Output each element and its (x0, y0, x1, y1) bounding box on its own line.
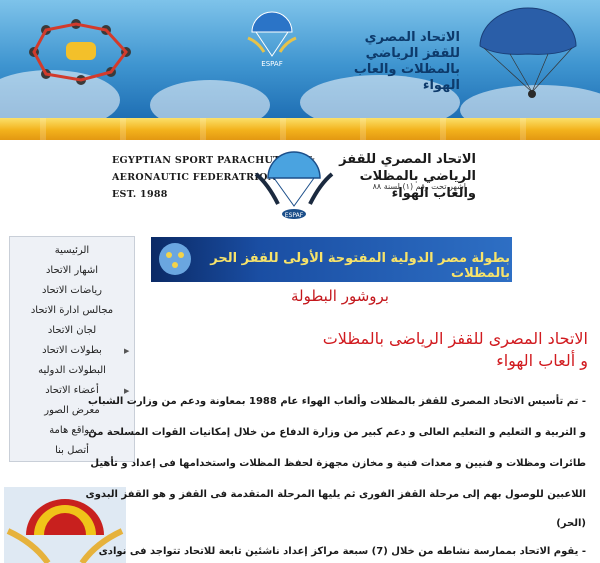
sidebar-item-label: البطولات الدوليه (38, 365, 106, 376)
espaf-logo: ESPAF (247, 11, 297, 68)
skydivers-formation-image (29, 19, 131, 85)
sidebar-item-label: بطولات الاتحاد (42, 345, 102, 356)
registration-note: اشهر تحت رقم (١) لسنة ٨٨ (372, 182, 466, 191)
sidebar-item-federation-sports[interactable]: رياضات الاتحاد (10, 281, 134, 301)
sidebar-item-label: رياضات الاتحاد (41, 285, 102, 296)
sidebar-item-label: لجان الاتحاد (47, 325, 97, 336)
article-title-line1: الاتحاد المصرى للقفز الرياضى بالمظلات (322, 329, 588, 348)
emblem-logo-text: ESPAF (285, 212, 304, 219)
sidebar-item-committees[interactable]: لجان الاتحاد (10, 321, 134, 341)
article-title: الاتحاد المصرى للقفز الرياضى بالمظلات و … (300, 328, 588, 372)
ar-name-line1: الاتحاد المصري للقفز الرياضي بالمظلات (339, 152, 476, 184)
sidebar-item-federation-registration[interactable]: اشهار الاتحاد (10, 261, 134, 281)
paragraph-line: اللاعبين للوصول بهم إلى مرحلة القفز الفو… (85, 489, 586, 500)
paragraph-line: - يقوم الاتحاد بممارسة نشاطه من خلال (7)… (98, 546, 586, 557)
championship-brochure-link[interactable]: بروشور البطولة (255, 287, 425, 305)
sidebar-item-label: الرئيسية (54, 245, 90, 256)
sidebar-item-international-championships[interactable]: البطولات الدوليه (10, 361, 134, 381)
sidebar-item-label: أعضاء الاتحاد (45, 385, 99, 396)
paragraph-line: طائرات ومظلات و فنيين و معدات فنية و مخا… (90, 458, 586, 469)
parachutist-image (479, 7, 577, 98)
sidebar-item-home[interactable]: الرئيسية (10, 241, 134, 261)
article-title-line2: و ألعاب الهواء (496, 351, 588, 370)
sidebar-item-board-councils[interactable]: مجالس ادارة الاتحاد (10, 301, 134, 321)
gold-separator-bar (0, 118, 600, 140)
paragraph-line: - تم تأسيس الاتحاد المصرى للقفز بالمظلات… (88, 396, 586, 407)
paragraph-line: و التربية و التعليم و التعليم العالى و د… (88, 427, 586, 438)
federation-emblem-logo: ESPAF (254, 151, 334, 219)
banner-title: الاتحاد المصري للقفز الرياضي بالمظلات وا… (353, 30, 460, 93)
header-banner: ESPAF الاتحاد المصري للقفز الرياضي بالمظ… (0, 0, 600, 118)
sidebar-item-championships[interactable]: بطولات الاتحاد ▶ (10, 341, 134, 361)
submenu-arrow-icon: ▶ (124, 347, 130, 355)
sidebar-item-label: أتصل بنا (55, 445, 89, 456)
paragraph-line: (الحر) (556, 518, 586, 529)
sidebar-item-label: مجالس ادارة الاتحاد (30, 305, 114, 316)
sidebar-item-label: اشهار الاتحاد (45, 265, 99, 276)
banner-logo-text: ESPAF (261, 60, 282, 68)
federation-arabic-name: الاتحاد المصري للقفز الرياضي بالمظلات وا… (336, 151, 476, 202)
championship-banner-text: بطولة مصر الدولية المفتوحة الأولى للقفز … (210, 251, 510, 281)
